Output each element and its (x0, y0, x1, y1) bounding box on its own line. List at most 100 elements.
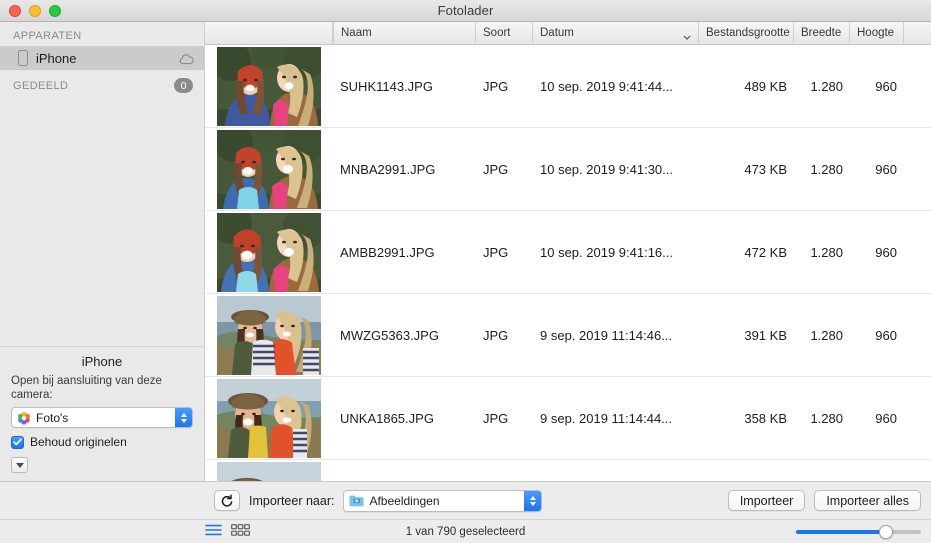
cell-breedte: 1.280 (810, 410, 843, 426)
row-thumbnail-cell (205, 211, 333, 294)
cell-datum: 10 sep. 2019 9:41:44... (540, 78, 673, 94)
close-button[interactable] (9, 4, 21, 17)
cell-datum: 10 sep. 2019 9:41:30... (540, 161, 673, 177)
cell-breedte: 1.280 (810, 161, 843, 177)
device-settings-panel: iPhone Open bij aansluiting van deze cam… (0, 346, 204, 481)
row-thumbnail-cell (205, 460, 333, 481)
window-body: APPARATEN iPhone GEDEELD 0 iPhone Open b… (0, 22, 931, 481)
table-row[interactable]: MNBA2991.JPG JPG 10 sep. 2019 9:41:30...… (205, 128, 931, 211)
cell-datum: 10 sep. 2019 9:41:16... (540, 244, 673, 260)
status-bar: 1 van 790 geselecteerd (0, 519, 931, 543)
window-title: Fotolader (437, 3, 494, 18)
device-connect-label: Open bij aansluiting van deze camera: (11, 375, 162, 401)
column-header-soort[interactable]: Soort (476, 22, 533, 44)
destination-stepper-icon[interactable] (524, 490, 542, 511)
sidebar-section-gedeeld: GEDEELD (13, 79, 69, 92)
view-mode-toggles (205, 523, 250, 541)
photos-app-icon (17, 411, 31, 425)
title-bar: Fotolader (0, 0, 931, 22)
file-list[interactable]: SUHK1143.JPG JPG 10 sep. 2019 9:41:44...… (205, 45, 931, 481)
table-row[interactable]: MWZG5363.JPG JPG 9 sep. 2019 11:14:46...… (205, 294, 931, 377)
connect-app-popup[interactable]: Foto's (11, 407, 193, 428)
cell-naam: MWZG5363.JPG (340, 327, 439, 343)
cell-breedte: 1.280 (810, 244, 843, 260)
table-row[interactable]: AMBB2991.JPG JPG 10 sep. 2019 9:41:16...… (205, 211, 931, 294)
cell-soort: JPG (483, 327, 509, 343)
popup-stepper-icon[interactable] (175, 408, 192, 427)
cloud-icon (179, 53, 194, 64)
connect-app-value: Foto's (36, 410, 69, 425)
device-name: iPhone (81, 354, 123, 369)
cell-bestandsgrootte: 472 KB (744, 244, 787, 260)
cell-datum: 9 sep. 2019 11:14:44... (540, 410, 673, 426)
iphone-icon (18, 50, 28, 66)
sidebar-section-gedeeld-row: GEDEELD 0 (0, 70, 204, 97)
window-controls (9, 4, 61, 17)
photo-thumbnail[interactable] (217, 129, 321, 209)
column-header-bestandsgrootte[interactable]: Bestandsgrootte (699, 22, 794, 44)
sidebar-item-iphone[interactable]: iPhone (0, 46, 204, 70)
row-thumbnail-cell (205, 45, 333, 128)
cell-hoogte: 960 (875, 244, 897, 260)
row-thumbnail-cell (205, 377, 333, 460)
keep-originals-row[interactable]: Behoud originelen (11, 435, 193, 449)
thumbnail-size-slider[interactable] (796, 524, 921, 539)
cell-breedte: 1.280 (810, 78, 843, 94)
disclosure-triangle-icon[interactable] (11, 457, 28, 473)
photo-thumbnail[interactable] (217, 461, 321, 481)
zoom-button[interactable] (49, 4, 61, 17)
column-header-datum-label: Datum (540, 27, 574, 39)
cell-soort: JPG (483, 244, 509, 260)
column-header-thumbnail (205, 22, 333, 44)
cell-bestandsgrootte: 489 KB (744, 78, 787, 94)
import-all-button[interactable]: Importeer alles (814, 490, 921, 511)
photo-thumbnail[interactable] (217, 295, 321, 375)
column-header-naam[interactable]: Naam (333, 22, 476, 44)
folder-pictures-icon (349, 494, 364, 507)
cell-datum: 9 sep. 2019 11:14:46... (540, 327, 673, 343)
column-header-breedte[interactable]: Breedte (794, 22, 850, 44)
table-header: Naam Soort Datum Bestandsgrootte Breedte… (205, 22, 931, 45)
cell-bestandsgrootte: 473 KB (744, 161, 787, 177)
slider-knob[interactable] (879, 524, 893, 539)
rotate-button[interactable] (214, 490, 240, 511)
file-list-pane: Naam Soort Datum Bestandsgrootte Breedte… (205, 22, 931, 481)
row-thumbnail-cell (205, 294, 333, 377)
import-button[interactable]: Importeer (727, 490, 806, 511)
slider-fill (796, 529, 886, 534)
chevron-down-icon (683, 31, 691, 40)
import-toolbar: Importeer naar: Afbeeldingen Importeer I… (0, 481, 931, 519)
cell-naam: MNBA2991.JPG (340, 161, 436, 177)
grid-view-icon[interactable] (231, 523, 250, 541)
keep-originals-label: Behoud originelen (30, 435, 127, 449)
cell-bestandsgrootte: 391 KB (744, 327, 787, 343)
photo-thumbnail[interactable] (217, 378, 321, 458)
column-header-datum[interactable]: Datum (533, 22, 699, 44)
cell-hoogte: 960 (875, 161, 897, 177)
cell-soort: JPG (483, 410, 509, 426)
table-row[interactable] (205, 460, 931, 481)
cell-naam: UNKA1865.JPG (340, 410, 434, 426)
cell-breedte: 1.280 (810, 327, 843, 343)
image-capture-window: Fotolader APPARATEN iPhone GEDEELD 0 iPh… (0, 0, 931, 543)
selection-status-text: 1 van 790 geselecteerd (405, 525, 526, 538)
cell-soort: JPG (483, 78, 509, 94)
minimize-button[interactable] (29, 4, 41, 17)
cell-soort: JPG (483, 161, 509, 177)
table-row[interactable]: UNKA1865.JPG JPG 9 sep. 2019 11:14:44...… (205, 377, 931, 460)
import-destination-label: Importeer naar: (249, 493, 335, 508)
sidebar: APPARATEN iPhone GEDEELD 0 iPhone Open b… (0, 22, 205, 481)
cell-hoogte: 960 (875, 78, 897, 94)
row-thumbnail-cell (205, 128, 333, 211)
import-destination-value: Afbeeldingen (369, 493, 440, 508)
table-row[interactable]: SUHK1143.JPG JPG 10 sep. 2019 9:41:44...… (205, 45, 931, 128)
column-header-hoogte[interactable]: Hoogte (850, 22, 904, 44)
gedeeld-count-badge: 0 (174, 78, 193, 93)
import-destination-popup[interactable]: Afbeeldingen (343, 489, 543, 512)
keep-originals-checkbox[interactable] (11, 435, 24, 449)
sidebar-section-apparaten: APPARATEN (13, 30, 82, 42)
list-view-icon[interactable] (205, 523, 222, 541)
photo-thumbnail[interactable] (217, 46, 321, 126)
cell-hoogte: 960 (875, 410, 897, 426)
photo-thumbnail[interactable] (217, 212, 321, 292)
